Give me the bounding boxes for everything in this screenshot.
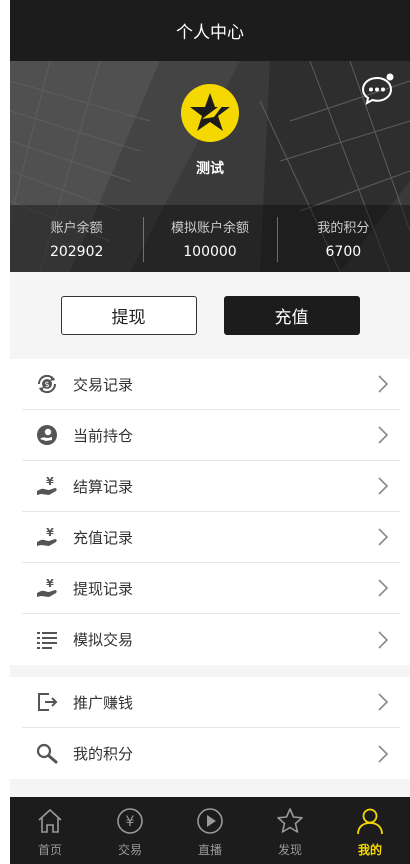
tab-mine[interactable]: 我的 [330, 797, 410, 864]
stat-value: 100000 [183, 244, 237, 260]
title-bar: 个人中心 [10, 0, 410, 61]
message-icon[interactable] [360, 73, 394, 107]
svg-text:$: $ [44, 380, 49, 389]
stat-label: 账户余额 [50, 221, 103, 236]
stat-account-balance[interactable]: 账户余额 202902 [10, 205, 143, 272]
stat-value: 202902 [49, 244, 104, 260]
menu-item-label: 结算记录 [73, 477, 134, 496]
svg-text:¥: ¥ [46, 526, 54, 539]
menu-item-withdraw-records[interactable]: ¥ 提现记录 [22, 563, 400, 614]
chevron-right-icon [378, 630, 389, 649]
menu-item-referral[interactable]: 推广赚钱 [22, 677, 400, 728]
play-circle-icon [197, 808, 223, 834]
chevron-right-icon [378, 579, 389, 597]
recharge-button[interactable]: 充值 [223, 296, 360, 335]
menu-item-label: 充值记录 [73, 528, 134, 547]
chevron-right-icon [378, 693, 389, 711]
home-icon [38, 808, 62, 833]
app-screen: 个人中心 测试 账户余额 202902 模拟账户余额 100000 我的积分 6… [10, 0, 410, 864]
tab-home[interactable]: 首页 [10, 797, 90, 864]
tab-discover[interactable]: 发现 [250, 797, 330, 864]
tab-trade[interactable]: ¥ 交易 [90, 797, 170, 864]
menu-item-demo-trading[interactable]: 模拟交易 [22, 614, 400, 665]
chevron-right-icon [378, 375, 389, 393]
recharge-record-icon: ¥ [34, 524, 60, 550]
menu-item-trade-records[interactable]: $ 交易记录 [22, 359, 400, 410]
menu-list: $ 交易记录 当前持仓 ¥ 结算记录 ¥ 充值记录 ¥ 提现记录 模拟交易 推广… [10, 359, 410, 779]
withdraw-button[interactable]: 提现 [60, 296, 197, 335]
holding-icon [34, 422, 60, 448]
avatar[interactable] [180, 83, 240, 143]
page-title: 个人中心 [176, 23, 244, 43]
stat-label: 我的积分 [317, 221, 370, 236]
tab-label: 发现 [277, 843, 302, 857]
bottom-tab-bar: 首页 ¥ 交易 直播 发现 我的 [10, 797, 410, 864]
tab-label: 交易 [117, 843, 142, 857]
list-icon [34, 627, 60, 653]
stat-points[interactable]: 我的积分 6700 [276, 205, 410, 272]
chevron-right-icon [378, 426, 389, 444]
chevron-right-icon [378, 528, 389, 546]
star-icon [277, 808, 303, 833]
svg-text:¥: ¥ [46, 475, 54, 488]
chevron-right-icon [378, 477, 389, 495]
menu-item-current-holdings[interactable]: 当前持仓 [22, 410, 400, 461]
svg-text:¥: ¥ [46, 577, 54, 590]
profile-header: 测试 账户余额 202902 模拟账户余额 100000 我的积分 6700 [10, 61, 410, 272]
tab-label: 我的 [357, 843, 382, 857]
menu-item-settlement-records[interactable]: ¥ 结算记录 [22, 461, 400, 512]
menu-item-recharge-records[interactable]: ¥ 充值记录 [22, 512, 400, 563]
tab-label: 直播 [197, 843, 222, 857]
menu-item-label: 推广赚钱 [73, 693, 134, 712]
menu-item-label: 我的积分 [73, 745, 134, 763]
search-icon [34, 741, 60, 767]
settlement-icon: ¥ [34, 473, 60, 499]
menu-group-records: $ 交易记录 当前持仓 ¥ 结算记录 ¥ 充值记录 ¥ 提现记录 模拟交易 [10, 359, 410, 665]
chevron-right-icon [378, 744, 389, 763]
stat-demo-balance[interactable]: 模拟账户余额 100000 [143, 205, 276, 272]
withdraw-record-icon: ¥ [34, 575, 60, 601]
menu-item-my-points[interactable]: 我的积分 [22, 728, 400, 779]
username: 测试 [196, 161, 224, 177]
stat-value: 6700 [325, 244, 362, 260]
menu-item-label: 当前持仓 [73, 426, 134, 445]
user-icon [357, 808, 383, 835]
menu-item-label: 提现记录 [73, 579, 134, 598]
exchange-dollar-icon: $ [34, 371, 60, 397]
menu-group-more: 推广赚钱 我的积分 [10, 665, 410, 779]
share-exit-icon [34, 689, 60, 715]
left-margin [0, 0, 10, 864]
svg-text:¥: ¥ [126, 814, 135, 830]
yen-circle-icon: ¥ [117, 808, 143, 834]
menu-item-label: 模拟交易 [73, 631, 134, 649]
tab-label: 首页 [37, 843, 62, 857]
action-buttons: 提现 充值 [10, 272, 410, 359]
menu-item-label: 交易记录 [73, 375, 134, 394]
account-stats: 账户余额 202902 模拟账户余额 100000 我的积分 6700 [10, 205, 410, 272]
tab-live[interactable]: 直播 [170, 797, 250, 864]
stat-label: 模拟账户余额 [170, 221, 249, 236]
